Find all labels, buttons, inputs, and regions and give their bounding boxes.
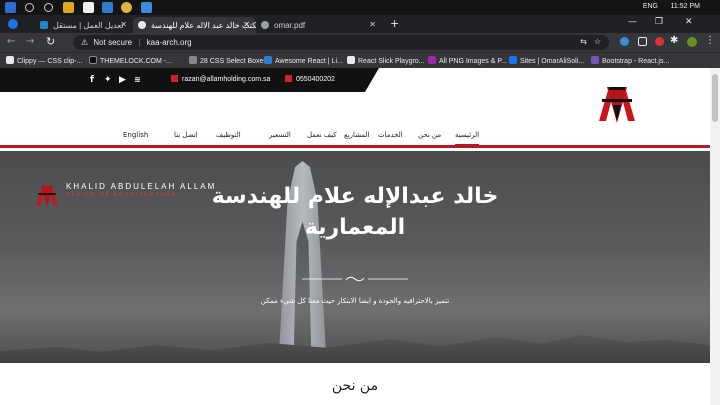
nav-how-we-work[interactable]: كيف نعمل: [307, 131, 337, 139]
bookmark-star-icon[interactable]: ☆: [594, 37, 601, 46]
nav-projects[interactable]: المشاريع: [344, 131, 370, 139]
screenshot-icon[interactable]: [638, 37, 647, 46]
close-tab-icon[interactable]: ✕: [369, 20, 376, 29]
email-icon: [171, 75, 178, 82]
twitter-icon[interactable]: ✦: [104, 75, 112, 85]
nav-home[interactable]: الرئيسية: [455, 131, 480, 146]
hero-logo: [36, 185, 58, 208]
phone-icon: [285, 75, 292, 82]
back-button[interactable]: ←: [7, 36, 15, 47]
mostaql-favicon-icon: [40, 21, 48, 29]
bookmark-item[interactable]: Clippy — CSS clip-...: [6, 56, 82, 65]
bookmark-item[interactable]: Bootstrap - React.js...: [591, 56, 669, 65]
bookmark-favicon-icon: [6, 56, 14, 64]
bookmarks-bar: Clippy — CSS clip-... THEMELOCK.COM -...…: [0, 52, 720, 68]
globe-favicon-icon: [261, 21, 269, 29]
bookmark-favicon-icon: [591, 56, 599, 64]
nav-about[interactable]: من نحن: [418, 131, 441, 139]
tab-label: omar.pdf: [274, 21, 306, 30]
bookmark-favicon-icon: [428, 56, 436, 64]
windows-taskbar: ENG 11:52 PM: [0, 0, 720, 15]
bookmark-item[interactable]: All PNG Images & P...: [428, 56, 507, 65]
toolbar: ← → ↻ ⚠ Not secure | kaa-arch.org ⇆ ☆ ✱ …: [0, 33, 720, 52]
nav-services[interactable]: الخدمات: [378, 131, 403, 139]
tab-strip: تعديل العمل | مستقل ✕ مكتب خالد عبد الال…: [0, 15, 720, 33]
tab-label: مكتب خالد عبد الاله علام للهندسة: [151, 21, 256, 30]
tab-mostaql[interactable]: تعديل العمل | مستقل ✕: [35, 17, 133, 33]
store-icon[interactable]: [83, 2, 94, 13]
reload-button[interactable]: ↻: [46, 35, 55, 48]
hero-subtitle: تتميز بالاحترافيه والجودة و ايضا الابتكا…: [260, 297, 450, 305]
site-header: f ✦ ▶ ≋ razan@allamholding.com.sa 055040…: [0, 68, 710, 123]
address-bar[interactable]: ⚠ Not secure | kaa-arch.org ⇆ ☆: [73, 35, 609, 50]
hero-brand: KHALID ABDULELAH ALLAM OFFICE OF ARCHITE…: [34, 182, 214, 214]
bookmark-favicon-icon: [509, 56, 517, 64]
bookmark-favicon-icon: [89, 56, 97, 64]
warning-icon[interactable]: ⚠: [81, 38, 88, 47]
url-text[interactable]: kaa-arch.org: [147, 38, 192, 47]
nav-contact[interactable]: اتصل بنا: [174, 131, 198, 139]
hero-title: خالد عبدالإله علام للهندسة المعمارية: [211, 184, 499, 240]
task-view-icon[interactable]: [44, 3, 53, 12]
scrollbar-thumb[interactable]: [712, 74, 718, 122]
security-label: Not secure: [93, 38, 133, 47]
bookmark-favicon-icon: [347, 56, 355, 64]
close-tab-icon[interactable]: ✕: [120, 20, 127, 29]
windows-start-icon[interactable]: [5, 2, 16, 13]
bookmark-item[interactable]: 28 CSS Select Boxes: [189, 56, 267, 65]
translate-icon[interactable]: ⇆: [580, 37, 587, 46]
email-contact[interactable]: razan@allamholding.com.sa: [171, 75, 270, 83]
search-icon[interactable]: [25, 3, 34, 12]
nav-jobs[interactable]: التوظيف: [216, 131, 241, 139]
nav-pricing[interactable]: التسعير: [269, 131, 291, 139]
extensions-puzzle-icon[interactable]: ✱: [670, 35, 678, 46]
bookmark-favicon-icon: [264, 56, 272, 64]
phone-contact[interactable]: 0550400202: [285, 75, 335, 83]
contact-bar: f ✦ ▶ ≋ razan@allamholding.com.sa 055040…: [0, 68, 379, 92]
language-indicator[interactable]: ENG: [643, 3, 658, 10]
web-page: f ✦ ▶ ≋ razan@allamholding.com.sa 055040…: [0, 68, 710, 405]
profile-icon[interactable]: [8, 19, 18, 29]
chrome-icon[interactable]: [121, 2, 132, 13]
bookmark-item[interactable]: React Slick Playgro...: [347, 56, 425, 65]
globe-favicon-icon: [138, 21, 146, 29]
scrollbar[interactable]: [710, 68, 720, 405]
tab-kaa-arch[interactable]: مكتب خالد عبد الاله علام للهندسة ✕: [133, 17, 256, 33]
maximize-button[interactable]: ❐: [655, 17, 663, 27]
avatar[interactable]: [687, 37, 697, 47]
bookmark-item[interactable]: Awesome React | Li...: [264, 56, 343, 65]
city-skyline-image: [0, 335, 710, 363]
vscode-icon[interactable]: [102, 2, 113, 13]
site-logo[interactable]: [595, 81, 639, 127]
extension-icon[interactable]: [620, 37, 629, 46]
close-tab-icon[interactable]: ✕: [243, 20, 250, 29]
minimize-button[interactable]: —: [628, 17, 637, 27]
hero-banner: KHALID ABDULELAH ALLAM OFFICE OF ARCHITE…: [0, 151, 710, 363]
bookmark-item[interactable]: Sites | OmarAliSoli...: [509, 56, 584, 65]
app-icon[interactable]: [141, 2, 152, 13]
facebook-icon[interactable]: f: [90, 75, 94, 85]
hero-divider: [302, 276, 408, 282]
bookmark-favicon-icon: [189, 56, 197, 64]
nav-english[interactable]: English: [123, 131, 148, 139]
tab-omar-pdf[interactable]: omar.pdf ✕: [256, 17, 382, 33]
extension-icon[interactable]: [655, 37, 664, 46]
youtube-icon[interactable]: ▶: [119, 75, 126, 85]
hero-brand-sub: OFFICE OF ARCHITECTURE: [66, 192, 177, 198]
file-explorer-icon[interactable]: [63, 2, 74, 13]
main-nav: الرئيسية من نحن الخدمات المشاريع كيف نعم…: [0, 123, 710, 148]
tab-label: تعديل العمل | مستقل: [53, 21, 124, 30]
menu-icon[interactable]: ⋮: [705, 35, 715, 46]
clock[interactable]: 11:52 PM: [671, 3, 700, 10]
close-window-button[interactable]: ✕: [685, 17, 693, 27]
new-tab-button[interactable]: +: [390, 17, 399, 30]
forward-button[interactable]: →: [26, 36, 34, 47]
bookmark-item[interactable]: THEMELOCK.COM -...: [89, 56, 172, 65]
wifi-icon[interactable]: ≋: [134, 75, 141, 84]
about-heading: من نحن: [331, 378, 379, 394]
